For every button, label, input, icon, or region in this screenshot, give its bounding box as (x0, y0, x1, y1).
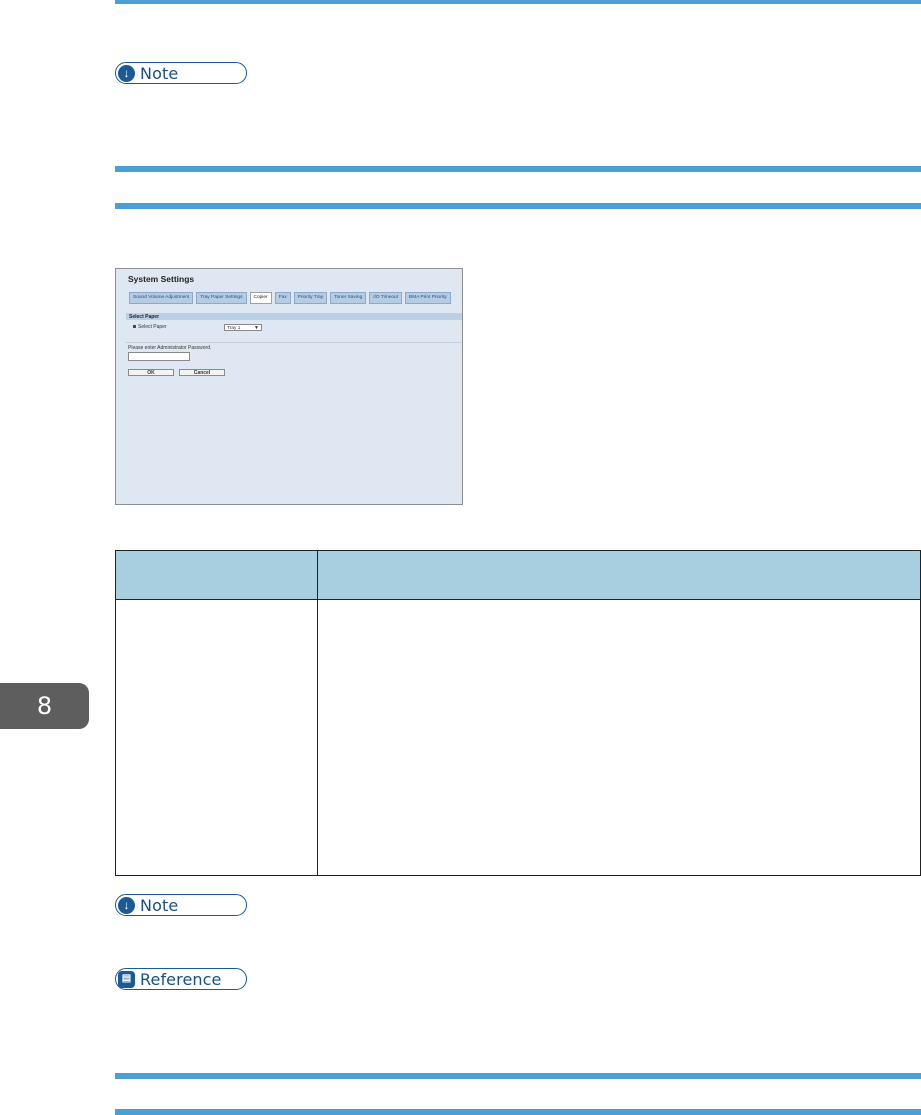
down-arrow-icon: ↓ (118, 64, 135, 82)
tab-toner-saving[interactable]: Toner Saving (330, 292, 367, 304)
note-badge: ↓ Note (115, 894, 247, 916)
select-paper-dropdown[interactable]: Tray 1 ▼ (224, 324, 262, 331)
select-paper-label: Select Paper (138, 324, 167, 330)
ok-button[interactable]: OK (128, 369, 174, 376)
section-rule (115, 166, 921, 172)
password-prompt: Please enter Administrator Password. (128, 345, 212, 351)
tab-sound-volume[interactable]: Sound Volume Adjustment (129, 292, 194, 304)
settings-table (115, 550, 921, 876)
table-header-cell (317, 550, 921, 600)
bullet-icon (133, 325, 136, 328)
system-settings-screenshot: System Settings Sound Volume Adjustment … (115, 268, 463, 505)
cancel-button[interactable]: Cancel (179, 369, 225, 376)
tab-fax[interactable]: Fax (274, 292, 291, 304)
reference-badge: ▤ Reference (115, 968, 247, 990)
section-rule (115, 1073, 921, 1079)
top-rule (115, 0, 921, 4)
table-cell (115, 599, 318, 876)
section-label: Select Paper (129, 314, 160, 320)
note-badge: ↓ Note (115, 62, 247, 84)
chevron-down-icon: ▼ (254, 325, 259, 331)
section-rule (115, 1109, 921, 1115)
down-arrow-icon: ↓ (118, 896, 135, 914)
section-band (126, 313, 462, 320)
chapter-tab: 8 (0, 683, 89, 729)
table-header-row (115, 550, 921, 600)
divider (126, 342, 462, 343)
tab-io-timeout[interactable]: I/O Timeout (369, 292, 403, 304)
book-icon: ▤ (118, 970, 135, 988)
tab-priority-tray[interactable]: Priority Tray (293, 292, 328, 304)
tab-bma-print-priority[interactable]: BMA Print Priority (405, 292, 451, 304)
password-input[interactable] (128, 352, 190, 361)
table-cell (317, 599, 921, 876)
section-rule (115, 203, 921, 209)
tab-copier[interactable]: Copier (249, 292, 272, 304)
table-header-cell (115, 550, 318, 600)
screenshot-title: System Settings (128, 274, 195, 284)
reference-label: Reference (140, 969, 222, 989)
note-label: Note (140, 63, 179, 83)
tab-tray-paper[interactable]: Tray Paper Settings (196, 292, 247, 304)
settings-tabs: Sound Volume Adjustment Tray Paper Setti… (129, 292, 451, 304)
table-row (115, 599, 921, 876)
note-label: Note (140, 895, 179, 915)
select-value: Tray 1 (227, 326, 241, 331)
